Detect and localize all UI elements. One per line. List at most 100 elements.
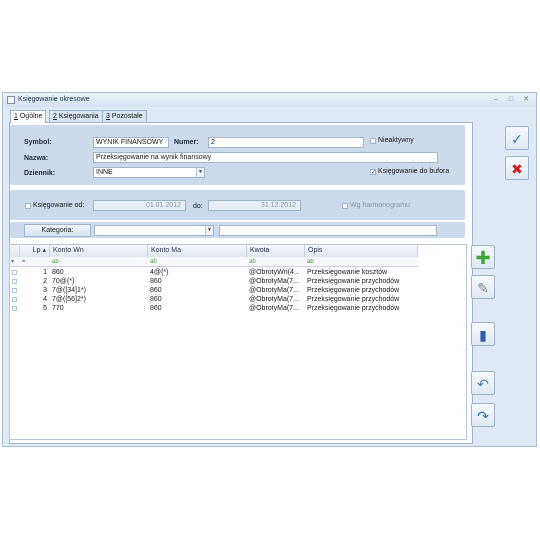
table-row[interactable]: 3 7@([34]1*) 860 @ObrotyMa(7... Przeksięgowa… [10,286,418,295]
save-icon: ✓ [511,131,523,147]
cell-kwota: @ObrotyMa(7... [249,296,299,303]
kategoria-button[interactable]: Kategoria: [24,224,91,237]
column-konto-ma[interactable]: Konto Ma [148,245,247,257]
dziennik-select[interactable]: INNE ▼ [93,167,205,178]
entries-grid: Lp ▴ Konto Wn Konto Ma Kwota Opis ▾ ≈ ab… [9,244,467,440]
row-checkbox[interactable] [12,306,17,311]
title-bar: Księgowanie okresowe – □ ✕ [3,93,536,107]
date-from-field[interactable]: 01.01.2012 [93,200,186,211]
harmonogram-label: Wg harmonogramu [350,202,410,209]
cell-opis: Przeksięgowanie kosztów [307,269,388,276]
row-checkbox[interactable] [12,279,17,284]
tab-ksiegowania[interactable]: 2 Księgowania [49,110,103,122]
kategoria-select[interactable]: ▼ [94,225,214,236]
text-filter-icon[interactable]: ab [307,257,314,267]
table-row[interactable]: 1 860 4@{*} @ObrotyWn(4... Przeksięgowanie k… [10,268,418,277]
cell-kwota: @ObrotyMa(7... [249,305,299,312]
row-checkbox[interactable] [12,288,17,293]
cell-wn: 7@([56]2*) [52,296,86,303]
cell-wn: 7@([34]1*) [52,287,86,294]
column-opis[interactable]: Opis [305,245,418,257]
nieaktywny-label: Nieaktywny [378,137,414,144]
save-button[interactable]: ✓ [505,126,529,150]
cell-ma: 860 [150,278,162,285]
ksiegowanie-od-label: Księgowanie od: [33,202,85,209]
redo-button[interactable]: ↷ [471,403,495,427]
row-selector-header [10,245,20,257]
tab-pozostale[interactable]: 3 Pozostałe [102,110,147,122]
cell-wn: 860 [52,269,64,276]
undo-icon: ↶ [477,376,489,392]
cell-wn: 770 [52,305,64,312]
nazwa-field[interactable]: Przeksięgowanie na wynik finansowy [93,152,438,163]
table-row[interactable]: 4 7@([56]2*) 860 @ObrotyMa(7... Przeksięgowa… [10,295,418,304]
delete-button[interactable]: ▮ [471,322,495,346]
undo-button[interactable]: ↶ [471,371,495,395]
nazwa-label: Nazwa: [24,155,49,162]
cell-wn: 70@{*} [52,278,75,285]
cell-kwota: @ObrotyWn(4... [249,269,300,276]
row-checkbox[interactable] [12,297,17,302]
filter-icon[interactable]: ▾ [11,257,14,267]
cell-opis: Przeksięgowanie przychodów [307,296,400,303]
filter-row[interactable]: ▾ ≈ ab ab ab ab [10,257,418,267]
bufor-label: Księgowanie do bufora [378,168,450,175]
numer-label: Numer: [174,139,199,146]
add-icon: ✚ [475,248,491,268]
numer-field[interactable]: 2 [208,137,364,148]
text-filter-icon[interactable]: ab [150,257,157,267]
cell-opis: Przeksięgowanie przychodów [307,305,400,312]
redo-icon: ↷ [477,408,489,424]
column-label: Lp [32,247,41,254]
tab-label: Pozostałe [109,113,143,120]
app-icon [7,96,15,104]
harmonogram-checkbox[interactable] [342,203,348,209]
row-checkbox[interactable] [12,270,17,275]
tab-label: Księgowania [56,113,99,120]
cell-lp: 1 [43,269,47,276]
delete-icon: ▮ [479,327,487,343]
cancel-icon: ✖ [511,161,523,177]
cell-opis: Przeksięgowanie przychodów [307,287,400,294]
add-button[interactable]: ✚ [471,245,495,269]
chevron-down-icon[interactable]: ▼ [205,226,213,235]
symbol-field[interactable]: WYNIK FINANSOWY [93,137,169,148]
edit-icon: ✎ [477,280,489,296]
tab-label: Ogólne [17,113,43,120]
cell-lp: 5 [43,305,47,312]
dziennik-label: Dziennik: [24,170,56,177]
date-to-field[interactable]: 31.12.2012 [208,200,301,211]
cell-ma: 860 [150,305,162,312]
kategoria-description-field[interactable] [219,225,437,236]
do-label: do: [193,203,203,210]
cell-lp: 3 [43,287,47,294]
window-title: Księgowanie okresowe [18,96,90,103]
maximize-icon[interactable]: □ [506,95,516,104]
ksiegowanie-od-checkbox[interactable] [25,203,31,209]
text-filter-icon[interactable]: ab [249,257,256,267]
minimize-icon[interactable]: – [491,95,501,104]
filter-operator-icon[interactable]: ≈ [22,257,25,267]
cell-ma: 4@{*} [150,269,169,276]
sort-ascending-icon: ▴ [42,247,46,254]
cell-lp: 2 [43,278,47,285]
chevron-down-icon[interactable]: ▼ [196,168,204,177]
edit-button[interactable]: ✎ [471,275,495,299]
close-icon[interactable]: ✕ [521,95,531,104]
tab-ogolne[interactable]: 1 Ogólne [10,110,47,123]
cell-ma: 860 [150,287,162,294]
symbol-label: Symbol: [24,139,52,146]
nieaktywny-checkbox[interactable] [370,138,376,144]
column-kwota[interactable]: Kwota [247,245,305,257]
cell-lp: 4 [43,296,47,303]
cell-opis: Przeksięgowanie przychodów [307,278,400,285]
table-row[interactable]: 5 770 860 @ObrotyMa(7... Przeksięgowanie prz… [10,304,418,313]
cancel-button[interactable]: ✖ [505,156,529,180]
cell-kwota: @ObrotyMa(7... [249,278,299,285]
column-lp[interactable]: Lp ▴ [20,245,50,257]
table-row[interactable]: 2 70@{*} 860 @ObrotyMa(7... Przeksięgowanie … [10,277,418,286]
column-konto-wn[interactable]: Konto Wn [50,245,148,257]
text-filter-icon[interactable]: ab [52,257,59,267]
cell-kwota: @ObrotyMa(7... [249,287,299,294]
bufor-checkbox[interactable]: ✓ [370,169,376,176]
